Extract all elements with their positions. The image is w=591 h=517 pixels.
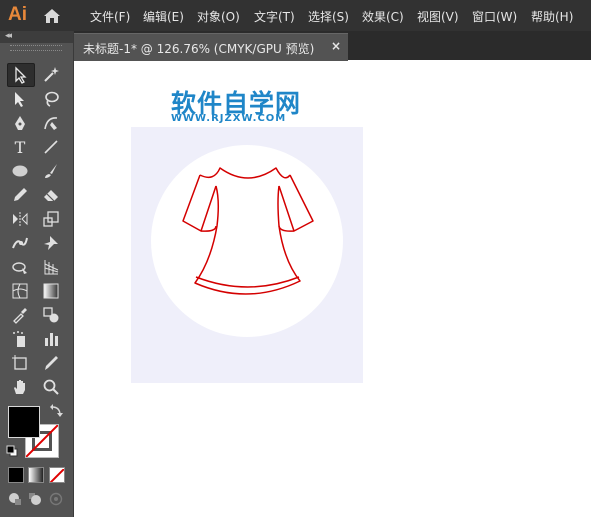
reflect-tool-icon[interactable]: [7, 208, 33, 230]
menu-window[interactable]: 窗口(W): [472, 8, 517, 25]
magic-wand-tool-icon[interactable]: [38, 63, 64, 85]
menu-file[interactable]: 文件(F): [90, 8, 130, 25]
perspective-grid-tool-icon[interactable]: [38, 256, 64, 278]
menu-effect[interactable]: 效果(C): [362, 8, 404, 25]
gradient-mode-icon[interactable]: [28, 467, 44, 483]
menu-object[interactable]: 对象(O): [197, 8, 240, 25]
draw-inside-icon[interactable]: [49, 492, 63, 506]
swap-fill-stroke-icon[interactable]: [49, 404, 63, 418]
panel-grip[interactable]: [10, 45, 62, 51]
scale-tool-icon[interactable]: [38, 208, 64, 230]
line-tool-icon[interactable]: [38, 136, 64, 158]
draw-normal-icon[interactable]: [8, 492, 22, 506]
menu-bar: Ai 文件(F) 编辑(E) 对象(O) 文字(T) 选择(S) 效果(C) 视…: [0, 0, 591, 31]
mesh-tool-icon[interactable]: [7, 280, 33, 302]
close-icon[interactable]: ×: [331, 39, 341, 53]
pin-tool-icon[interactable]: [38, 232, 64, 254]
tshirt-drawing[interactable]: [180, 166, 316, 301]
menu-select[interactable]: 选择(S): [308, 8, 349, 25]
blend-tool-icon[interactable]: [38, 304, 64, 326]
artboard-tool-icon[interactable]: [7, 352, 33, 374]
eraser-tool-icon[interactable]: [38, 184, 64, 206]
type-tool-icon[interactable]: T: [7, 136, 33, 158]
column-graph-tool-icon[interactable]: [38, 328, 64, 350]
none-mode-icon[interactable]: [49, 467, 65, 483]
draw-behind-icon[interactable]: [28, 492, 42, 506]
ellipse-tool-icon[interactable]: [7, 160, 33, 182]
curvature-tool-icon[interactable]: [38, 112, 64, 134]
pen-tool-icon[interactable]: [7, 112, 33, 134]
pencil-tool-icon[interactable]: [7, 184, 33, 206]
shape-builder-tool-icon[interactable]: [7, 256, 33, 278]
selection-tool-icon[interactable]: [7, 63, 35, 87]
home-icon[interactable]: [43, 8, 61, 24]
default-fill-stroke-icon[interactable]: [6, 445, 18, 457]
direct-selection-tool-icon[interactable]: [7, 88, 33, 110]
slice-tool-icon[interactable]: [38, 352, 64, 374]
document-tab[interactable]: 未标题-1* @ 126.76% (CMYK/GPU 预览) ×: [73, 33, 348, 61]
menu-help[interactable]: 帮助(H): [531, 8, 573, 25]
menu-view[interactable]: 视图(V): [417, 8, 459, 25]
symbol-sprayer-tool-icon[interactable]: [7, 328, 33, 350]
hand-tool-icon[interactable]: [7, 376, 33, 398]
fill-swatch[interactable]: [8, 406, 40, 438]
tools-panel-header: ◂◂: [0, 31, 73, 43]
document-tab-title: 未标题-1* @ 126.76% (CMYK/GPU 预览): [83, 42, 315, 56]
color-mode-icon[interactable]: [8, 467, 24, 483]
watermark-url: WWW.RJZXW.COM: [171, 113, 287, 124]
menu-type[interactable]: 文字(T): [254, 8, 295, 25]
collapse-panel-icon[interactable]: ◂◂: [5, 31, 12, 41]
document-tab-strip: 未标题-1* @ 126.76% (CMYK/GPU 预览) ×: [73, 31, 591, 61]
type-tool-glyph: T: [14, 137, 26, 157]
zoom-tool-icon[interactable]: [38, 376, 64, 398]
eyedropper-tool-icon[interactable]: [7, 304, 33, 326]
paintbrush-tool-icon[interactable]: [38, 160, 64, 182]
lasso-tool-icon[interactable]: [38, 88, 64, 110]
app-logo: Ai: [8, 4, 27, 25]
puppet-warp-tool-icon[interactable]: [7, 232, 33, 254]
menu-edit[interactable]: 编辑(E): [143, 8, 184, 25]
gradient-tool-icon[interactable]: [38, 280, 64, 302]
